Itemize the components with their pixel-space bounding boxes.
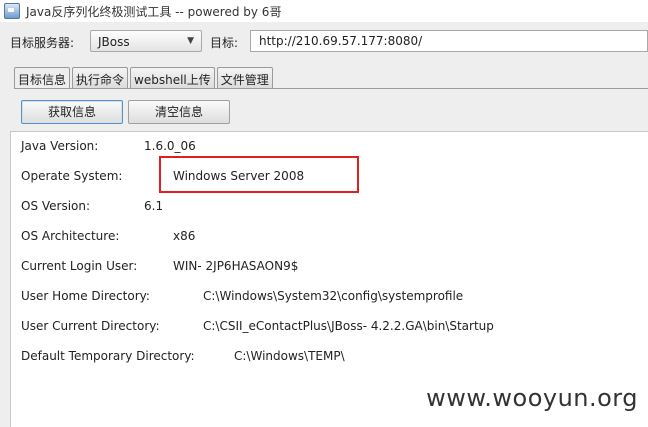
- app-icon: [4, 3, 20, 19]
- temp-directory-value: C:\Windows\TEMP\: [234, 349, 345, 363]
- os-architecture-label: OS Architecture:: [21, 229, 120, 243]
- tab-webshell-upload[interactable]: webshell上传: [130, 67, 215, 88]
- home-directory-value: C:\Windows\System32\config\systemprofile: [203, 289, 464, 303]
- target-info-panel: Java Version: 1.6.0_06 Operate System: W…: [10, 131, 648, 427]
- os-version-value: 6.1: [144, 199, 164, 213]
- title-bar: Java反序列化终极测试工具 -- powered by 6哥: [0, 0, 648, 22]
- java-version-value: 1.6.0_06: [144, 139, 196, 153]
- window-title: Java反序列化终极测试工具 -- powered by 6哥: [26, 4, 282, 19]
- get-info-button[interactable]: 获取信息: [21, 100, 123, 124]
- current-directory-label: User Current Directory:: [21, 319, 160, 333]
- server-type-value: JBoss: [98, 35, 130, 49]
- java-version-label: Java Version:: [21, 139, 99, 153]
- temp-directory-label: Default Temporary Directory:: [21, 349, 195, 363]
- tab-bar: 目标信息 执行命令 webshell上传 文件管理: [14, 67, 275, 89]
- os-architecture-value: x86: [173, 229, 196, 243]
- login-user-value: WIN- 2JP6HASAON9$: [173, 259, 299, 273]
- target-label: 目标:: [210, 36, 239, 50]
- chevron-down-icon: ▼: [187, 36, 194, 46]
- target-url-input[interactable]: http://210.69.57.177:8080/: [250, 30, 648, 52]
- highlight-box: [159, 156, 359, 193]
- os-version-label: OS Version:: [21, 199, 91, 213]
- watermark: www.wooyun.org: [426, 384, 638, 412]
- target-toolbar: 目标服务器: JBoss ▼ 目标: http://210.69.57.177:…: [0, 28, 648, 56]
- tab-execute-command[interactable]: 执行命令: [72, 67, 129, 88]
- operate-system-label: Operate System:: [21, 169, 123, 183]
- tab-file-manager[interactable]: 文件管理: [216, 67, 273, 88]
- tab-target-info[interactable]: 目标信息: [14, 67, 71, 89]
- current-directory-value: C:\CSII_eContactPlus\JBoss- 4.2.2.GA\bin…: [203, 319, 494, 333]
- server-type-dropdown[interactable]: JBoss ▼: [90, 30, 202, 52]
- clear-info-button[interactable]: 清空信息: [128, 100, 230, 124]
- server-label: 目标服务器:: [10, 36, 75, 50]
- tab-divider: [14, 88, 648, 89]
- login-user-label: Current Login User:: [21, 259, 138, 273]
- home-directory-label: User Home Directory:: [21, 289, 150, 303]
